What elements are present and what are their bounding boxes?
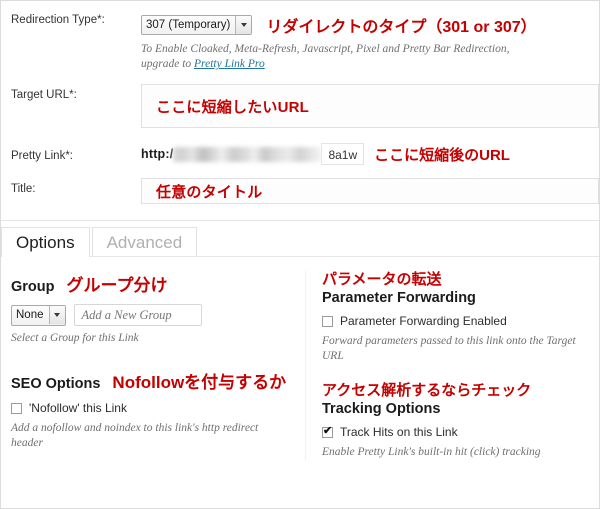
tab-options-label: Options [16,233,75,252]
redirection-type-label: Redirection Type*: [11,14,105,26]
redirection-hint-line2-prefix: upgrade to [141,58,195,70]
group-section-title: Group [11,279,55,295]
parameter-forwarding-checkbox[interactable] [322,316,333,327]
redirection-type-field: 307 (Temporary) リダイレクトのタイプ（301 or 307） T… [141,13,599,72]
seo-hint: Add a nofollow and noindex to this link'… [11,422,259,449]
tracking-options-title: Tracking Options [322,401,441,417]
chevron-down-icon[interactable] [235,16,252,34]
pretty-link-pro-link[interactable]: Pretty Link Pro [194,58,265,70]
track-hits-checkbox[interactable] [322,425,333,438]
redirection-type-select[interactable]: 307 (Temporary) [141,15,253,35]
group-select-value: None [16,309,44,321]
pretty-link-slug-input[interactable]: 8a1w [321,143,365,165]
pretty-link-row: Pretty Link*: http:/ 8a1w ここに短縮後のURL [1,142,599,166]
annotation-redirection-type: リダイレクトのタイプ（301 or 307） [266,19,537,36]
tab-advanced[interactable]: Advanced [91,227,198,257]
parameter-forwarding-section: パラメータの転送 Parameter Forwarding Parameter … [322,271,599,364]
tab-bar: Options Advanced [1,220,599,257]
target-url-label: Target URL*: [11,89,77,101]
target-url-field: ここに短縮したいURL [141,84,599,128]
annotation-group: グループ分け [66,276,168,295]
redirection-type-hint: To Enable Cloaked, Meta-Refresh, Javascr… [141,42,591,72]
target-url-value: ここに短縮したいURL [156,98,310,116]
options-right-column: パラメータの転送 Parameter Forwarding Parameter … [306,271,599,460]
seo-section-title: SEO Options [11,376,101,392]
nofollow-checkbox[interactable] [11,403,22,414]
redirection-hint-line1: To Enable Cloaked, Meta-Refresh, Javascr… [141,43,510,55]
seo-options-section: SEO Options Nofollowを付与するか 'Nofollow' th… [11,368,305,451]
target-url-input[interactable]: ここに短縮したいURL [141,84,599,128]
pretty-link-field: http:/ 8a1w ここに短縮後のURL [141,142,599,166]
new-group-input[interactable]: Add a New Group [73,304,202,326]
group-select[interactable]: None [11,304,66,326]
tab-bar-underline [1,256,599,257]
parameter-forwarding-checkbox-label: Parameter Forwarding Enabled [340,314,507,328]
pretty-link-label: Pretty Link*: [11,150,73,162]
pretty-link-protocol: http:/ [141,147,174,161]
annotation-tracking: アクセス解析するならチェック [322,382,532,399]
track-hits-checkbox-label: Track Hits on this Link [340,425,458,439]
annotation-pretty-link: ここに短縮後のURL [374,146,510,164]
link-fields-section: Redirection Type*: 307 (Temporary) リダイレク… [1,1,599,204]
options-panel: Group グループ分け None Add a New Group Select… [1,257,599,460]
tab-advanced-label: Advanced [106,233,183,252]
annotation-parameter-forwarding: パラメータの転送 [322,271,442,288]
annotation-seo: Nofollowを付与するか [112,373,287,392]
target-url-row: Target URL*: ここに短縮したいURL [1,84,599,128]
redirection-type-value: 307 (Temporary) [146,19,231,31]
title-input[interactable]: 任意のタイトル [141,178,599,204]
parameter-forwarding-hint: Forward parameters passed to this link o… [322,335,576,362]
nofollow-checkbox-label: 'Nofollow' this Link [29,401,127,415]
title-row: Title: 任意のタイトル [1,178,599,204]
chevron-down-icon[interactable] [48,306,65,324]
title-value: 任意のタイトル [156,183,263,201]
title-field: 任意のタイトル [141,178,599,204]
title-label: Title: [11,183,36,195]
tracking-options-section: アクセス解析するならチェック Tracking Options Track Hi… [322,382,599,460]
pretty-link-edit-form: Redirection Type*: 307 (Temporary) リダイレク… [0,0,600,509]
options-left-column: Group グループ分け None Add a New Group Select… [1,271,306,460]
tracking-hint: Enable Pretty Link's built-in hit (click… [322,446,541,458]
group-section: Group グループ分け None Add a New Group Select… [11,271,305,346]
tab-options[interactable]: Options [1,227,90,257]
group-hint: Select a Group for this Link [11,332,139,344]
redirection-type-row: Redirection Type*: 307 (Temporary) リダイレク… [1,1,599,72]
redacted-domain [173,146,322,162]
parameter-forwarding-title: Parameter Forwarding [322,290,476,306]
